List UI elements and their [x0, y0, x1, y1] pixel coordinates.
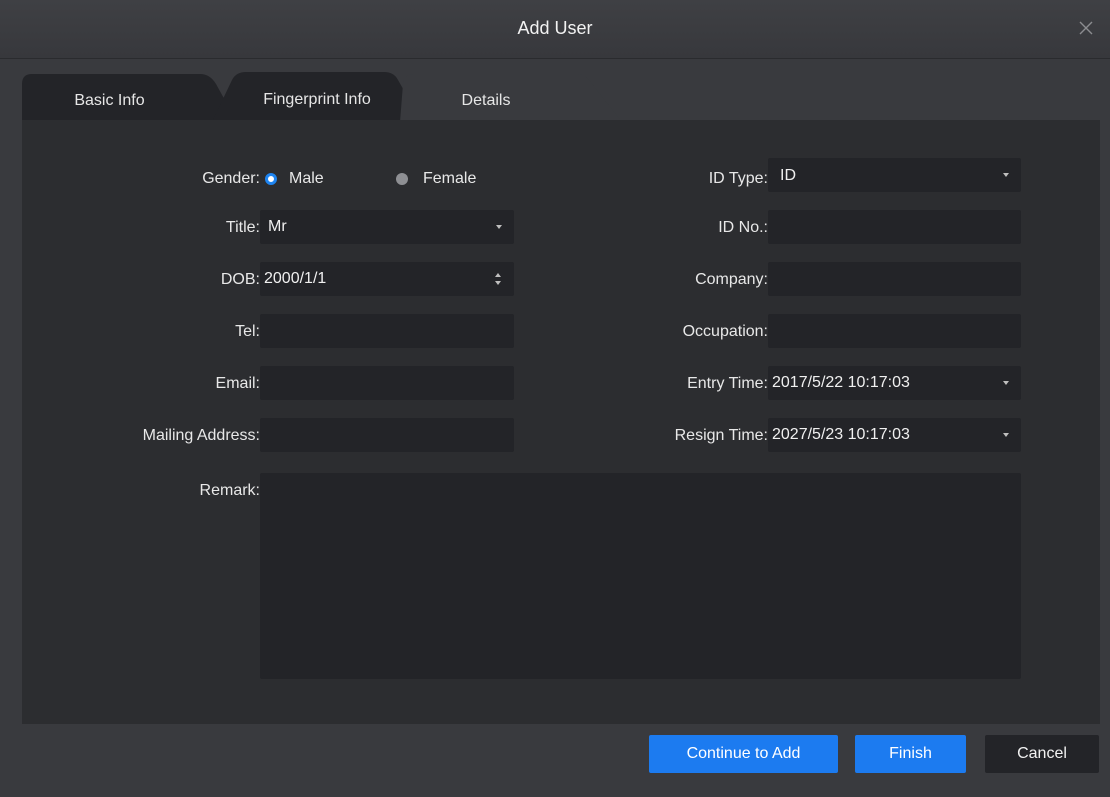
- mailing-address-label: Mailing Address:: [142, 427, 260, 444]
- cancel-button[interactable]: Cancel: [985, 735, 1099, 773]
- entry-time-picker[interactable]: 2017/5/22 10:17:03: [768, 366, 1021, 400]
- entry-time-label: Entry Time:: [687, 375, 768, 392]
- remark-label: Remark:: [199, 482, 260, 499]
- tab-fingerprint-info[interactable]: Fingerprint Info: [212, 70, 422, 122]
- tab-details[interactable]: Details: [400, 70, 622, 122]
- close-icon[interactable]: [1076, 18, 1096, 38]
- chevron-down-icon: [496, 225, 502, 229]
- company-input[interactable]: [768, 262, 1021, 296]
- spinner-arrows-icon[interactable]: [494, 271, 502, 287]
- tel-label: Tel:: [235, 323, 260, 340]
- gender-male-radio[interactable]: [265, 173, 277, 185]
- id-no-label: ID No.:: [718, 219, 768, 236]
- tab-label: Details: [461, 92, 511, 109]
- gender-female-label[interactable]: Female: [423, 170, 476, 188]
- title-label: Title:: [225, 219, 260, 236]
- gender-female-radio[interactable]: [396, 173, 408, 185]
- title-value: Mr: [268, 218, 287, 235]
- occupation-label: Occupation:: [682, 323, 768, 340]
- occupation-input[interactable]: [768, 314, 1021, 348]
- finish-button[interactable]: Finish: [855, 735, 966, 773]
- id-no-input[interactable]: [768, 210, 1021, 244]
- mailing-address-input[interactable]: [260, 418, 514, 452]
- tab-label: Basic Info: [74, 92, 145, 109]
- dob-spinbox[interactable]: 2000/1/1: [260, 262, 514, 296]
- add-user-dialog: Add User Basic Info Fingerprint Info Det…: [0, 0, 1110, 797]
- entry-time-value: 2017/5/22 10:17:03: [772, 374, 910, 391]
- resign-time-label: Resign Time:: [674, 427, 768, 444]
- chevron-down-icon: [1003, 173, 1009, 177]
- id-type-label: ID Type:: [708, 170, 768, 187]
- tab-label: Fingerprint Info: [263, 91, 371, 108]
- email-label: Email:: [215, 375, 260, 392]
- dob-value: 2000/1/1: [264, 270, 327, 287]
- title-select[interactable]: Mr: [260, 210, 514, 244]
- dialog-title: Add User: [517, 18, 593, 38]
- tel-input[interactable]: [260, 314, 514, 348]
- gender-label: Gender:: [202, 170, 260, 187]
- tab-basic-info[interactable]: Basic Info: [22, 70, 237, 122]
- gender-male-label[interactable]: Male: [289, 170, 324, 188]
- chevron-down-icon[interactable]: [1003, 433, 1009, 437]
- title-bar: Add User: [0, 0, 1110, 59]
- company-label: Company:: [695, 271, 768, 288]
- email-input[interactable]: [260, 366, 514, 400]
- remark-textarea[interactable]: [260, 473, 1021, 679]
- id-type-select[interactable]: ID: [768, 158, 1021, 192]
- resign-time-picker[interactable]: 2027/5/23 10:17:03: [768, 418, 1021, 452]
- tab-bar: Basic Info Fingerprint Info Details: [22, 70, 622, 122]
- resign-time-value: 2027/5/23 10:17:03: [772, 426, 910, 443]
- chevron-down-icon[interactable]: [1003, 381, 1009, 385]
- dob-label: DOB:: [220, 271, 260, 288]
- continue-to-add-button[interactable]: Continue to Add: [649, 735, 838, 773]
- id-type-value: ID: [780, 167, 796, 184]
